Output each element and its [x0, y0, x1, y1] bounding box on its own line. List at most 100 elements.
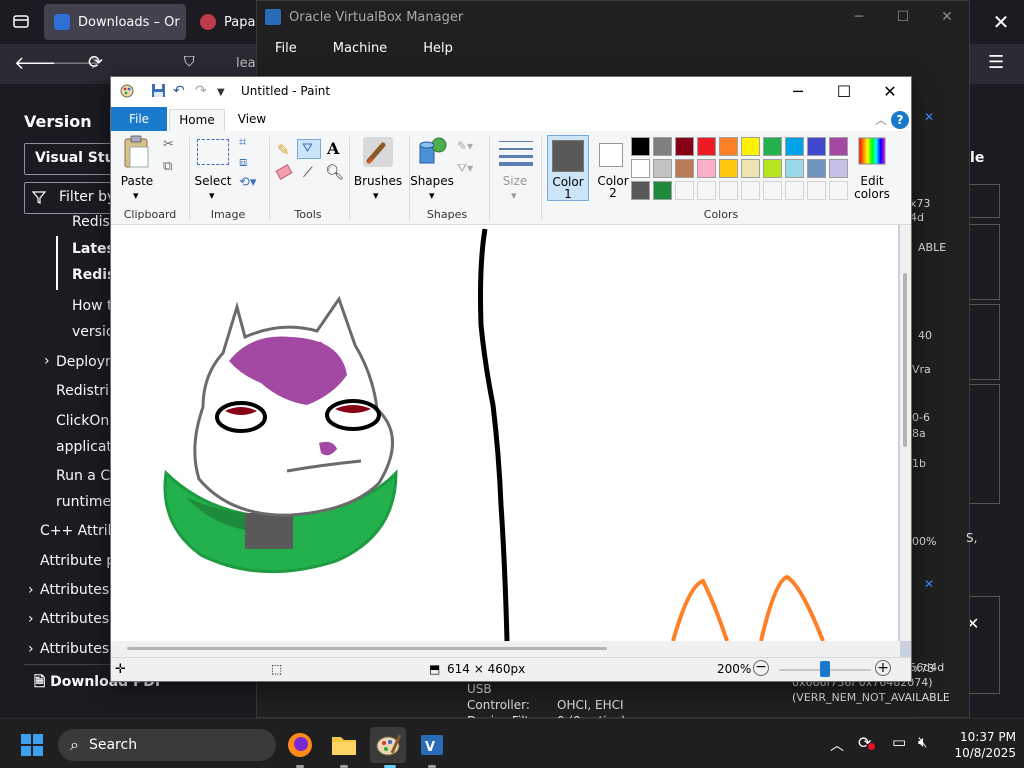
browser-tab-papas[interactable]: Papa's	[190, 4, 256, 40]
toc-expand-icon[interactable]: ›	[28, 582, 34, 598]
tab-list-icon[interactable]	[12, 12, 30, 35]
paste-dropdown-icon[interactable]: ▾	[133, 189, 139, 202]
palette-color-swatch[interactable]	[697, 159, 716, 178]
toc-expand-icon[interactable]: ›	[44, 353, 50, 369]
palette-color-swatch[interactable]	[675, 137, 694, 156]
toc-item[interactable]: ClickOnc	[56, 413, 117, 429]
brushes-dropdown-icon[interactable]: ▾	[373, 189, 379, 202]
shapes-dropdown-icon[interactable]: ▾	[429, 189, 435, 202]
edit-colors-icon[interactable]	[857, 137, 887, 165]
paste-label[interactable]: Paste	[117, 175, 157, 188]
toc-item[interactable]: applicati	[56, 439, 116, 455]
toc-item[interactable]: How t	[72, 298, 112, 314]
chevron-up-icon[interactable]: ︿	[875, 111, 887, 128]
palette-color-swatch[interactable]	[741, 159, 760, 178]
show-hidden-icons-chevron-icon[interactable]: ︿	[830, 735, 844, 755]
size-icon[interactable]	[499, 137, 533, 167]
browser-close-button[interactable]: ✕	[986, 8, 1016, 36]
help-button[interactable]: ?	[891, 111, 909, 129]
virtualbox-taskbar-icon[interactable]: V	[414, 727, 450, 763]
palette-color-swatch[interactable]	[829, 159, 848, 178]
tab-home[interactable]: Home	[169, 109, 225, 131]
vbox-maximize-button[interactable]: ☐	[881, 5, 925, 29]
select-icon[interactable]	[197, 139, 229, 165]
palette-color-swatch[interactable]	[785, 137, 804, 156]
select-dropdown-icon[interactable]: ▾	[209, 189, 215, 202]
firefox-icon[interactable]	[282, 727, 318, 763]
paint-maximize-button[interactable]: ☐	[821, 79, 867, 105]
browser-menu-icon[interactable]: ☰	[988, 52, 1004, 73]
palette-custom-slot[interactable]	[807, 181, 826, 200]
vbox-minimize-button[interactable]: ─	[837, 5, 881, 29]
redo-icon[interactable]: ↷	[195, 83, 207, 99]
palette-color-swatch[interactable]	[653, 181, 672, 200]
palette-color-swatch[interactable]	[829, 137, 848, 156]
eraser-icon[interactable]	[275, 164, 293, 180]
magnifier-icon[interactable]: 🔍︎	[325, 163, 344, 181]
toc-item[interactable]: versio	[72, 324, 114, 340]
brushes-label[interactable]: Brushes	[351, 175, 405, 188]
palette-color-swatch[interactable]	[697, 137, 716, 156]
browser-tab-downloads[interactable]: Downloads – Or ✕	[44, 4, 186, 40]
palette-color-swatch[interactable]	[675, 159, 694, 178]
palette-custom-slot[interactable]	[741, 181, 760, 200]
crop-icon[interactable]: ⌗	[239, 135, 246, 150]
pencil-icon[interactable]: ✎	[277, 141, 290, 159]
zoom-in-button[interactable]: +	[875, 660, 891, 676]
palette-custom-slot[interactable]	[785, 181, 804, 200]
tab-file[interactable]: File	[111, 107, 167, 131]
url-bar[interactable]: ⛉ lea	[176, 52, 256, 76]
palette-color-swatch[interactable]	[741, 137, 760, 156]
toc-expand-icon[interactable]: ›	[28, 611, 34, 627]
toc-item[interactable]: runtime	[56, 494, 111, 510]
vbox-menu-machine[interactable]: Machine	[315, 41, 405, 56]
palette-color-swatch[interactable]	[719, 159, 738, 178]
color-picker-icon[interactable]: ⟋	[303, 165, 313, 181]
taskbar-search[interactable]: ⌕ Search	[58, 729, 276, 761]
paint-taskbar-icon[interactable]	[370, 727, 406, 763]
horizontal-scroll-thumb[interactable]	[127, 647, 607, 650]
color2-button[interactable]: Color 2	[593, 135, 633, 201]
palette-color-swatch[interactable]	[763, 159, 782, 178]
vbox-menu-file[interactable]: File	[257, 41, 315, 56]
save-icon[interactable]	[151, 83, 166, 102]
palette-color-swatch[interactable]	[807, 159, 826, 178]
palette-custom-slot[interactable]	[675, 181, 694, 200]
shapes-icon[interactable]	[417, 135, 449, 167]
close-icon[interactable]: ✕	[924, 577, 934, 591]
zoom-out-button[interactable]: −	[753, 660, 769, 676]
text-tool-icon[interactable]: A	[327, 139, 339, 158]
toc-expand-icon[interactable]: ›	[28, 641, 34, 657]
palette-custom-slot[interactable]	[763, 181, 782, 200]
undo-icon[interactable]: ↶	[173, 83, 185, 99]
vbox-close-button[interactable]: ✕	[925, 5, 969, 29]
paint-close-button[interactable]: ✕	[867, 79, 913, 105]
size-label[interactable]: Size	[493, 175, 537, 188]
outline-icon[interactable]: ✎▾	[457, 139, 473, 153]
paint-minimize-button[interactable]: ─	[775, 79, 821, 105]
palette-color-swatch[interactable]	[631, 137, 650, 156]
palette-color-swatch[interactable]	[631, 159, 650, 178]
vertical-scroll-thumb[interactable]	[903, 273, 907, 447]
toc-item[interactable]: Redistrib	[56, 383, 118, 399]
size-dropdown-icon[interactable]: ▾	[511, 189, 517, 202]
network-icon[interactable]: ▭	[892, 733, 906, 751]
palette-color-swatch[interactable]	[763, 137, 782, 156]
vbox-menu-help[interactable]: Help	[405, 41, 471, 56]
resize-icon[interactable]: ⧈	[239, 155, 247, 170]
drawing-canvas[interactable]	[111, 225, 898, 642]
copy-icon[interactable]: ⧉	[163, 159, 172, 174]
shapes-label[interactable]: Shapes	[409, 175, 455, 188]
palette-custom-slot[interactable]	[697, 181, 716, 200]
toc-item[interactable]: Redist	[72, 214, 115, 230]
fill-icon[interactable]: ⛛▾	[457, 161, 473, 176]
file-explorer-icon[interactable]	[326, 727, 362, 763]
horizontal-scrollbar[interactable]	[111, 641, 900, 657]
palette-color-swatch[interactable]	[785, 159, 804, 178]
palette-color-swatch[interactable]	[807, 137, 826, 156]
close-icon[interactable]: ✕	[924, 110, 934, 124]
select-label[interactable]: Select	[191, 175, 235, 188]
palette-color-swatch[interactable]	[631, 181, 650, 200]
palette-color-swatch[interactable]	[653, 137, 672, 156]
windows-start-icon[interactable]	[20, 733, 44, 757]
